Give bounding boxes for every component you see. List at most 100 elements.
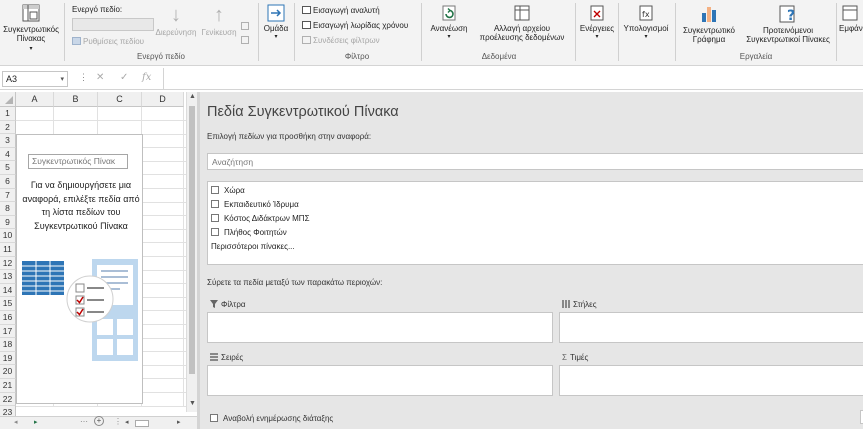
drill-down-button[interactable]: ↓ Διερεύνηση (154, 4, 198, 37)
field-item-country[interactable]: Χώρα (211, 186, 245, 195)
row-header-15[interactable]: 15 (0, 297, 16, 311)
field-checkbox[interactable] (211, 200, 219, 208)
drill-up-label: Γενίκευση (201, 28, 237, 37)
filters-drop-zone[interactable] (207, 312, 553, 343)
row-header-11[interactable]: 11 (0, 243, 16, 257)
row-header-17[interactable]: 17 (0, 324, 16, 339)
recommended-pivots-button[interactable]: ? Προτεινόμενοι Συγκεντρωτικοί Πίνακες (740, 4, 836, 44)
scrollbar-thumb[interactable] (189, 106, 195, 374)
field-list: Χώρα Εκπαιδευτικό Ίδρυμα Κόστος Διδάκτρω… (207, 181, 863, 265)
calculations-button[interactable]: fx Υπολογισμοί ▾ (620, 4, 672, 42)
expand-field-icon[interactable] (241, 36, 249, 44)
insert-slicer-button[interactable]: Εισαγωγή αναλυτή (302, 5, 380, 16)
row-header-3[interactable]: 3 (0, 134, 16, 148)
columns-drop-zone[interactable] (559, 312, 863, 343)
more-dots-icon[interactable]: ⋮ (79, 72, 88, 83)
field-checkbox[interactable] (211, 214, 219, 222)
row-header-4[interactable]: 4 (0, 147, 16, 162)
add-sheet-icon[interactable]: + (94, 416, 104, 426)
pivot-table-name-box: Συγκεντρωτικός Πίνακ (28, 154, 128, 169)
change-data-source-button[interactable]: Αλλαγή αρχείου προέλευσης δεδομένων (474, 4, 570, 42)
separator (258, 3, 259, 61)
drill-up-button[interactable]: ↑ Γενίκευση (198, 4, 240, 37)
chevron-down-icon: ▾ (29, 46, 33, 52)
columns-label: Στήλες (573, 300, 597, 309)
row-header-1[interactable]: 1 (0, 107, 16, 121)
more-tables-link[interactable]: Περισσότεροι πίνακες... (211, 242, 295, 251)
worksheet[interactable]: ABCD 1 2 3 4 5 6 7 8 9 10 11 12 13 14 15 16 17 18 19 20 21 22… (0, 92, 197, 429)
group-button[interactable]: Ομάδα ▾ (260, 4, 292, 42)
scroll-up-icon[interactable]: ▲ (189, 93, 196, 100)
enter-icon[interactable]: ✓ (120, 72, 128, 83)
chevron-down-icon[interactable]: ▾ (60, 75, 64, 83)
row-header-14[interactable]: 14 (0, 283, 16, 298)
row-header-9[interactable]: 9 (0, 215, 16, 230)
vertical-scrollbar[interactable]: ▲ ▼ (186, 92, 197, 412)
scroll-down-icon[interactable]: ▼ (189, 400, 196, 407)
refresh-button[interactable]: Ανανέωση ▾ (424, 4, 474, 42)
row-header-20[interactable]: 20 (0, 365, 16, 379)
row-header-5[interactable]: 5 (0, 161, 16, 175)
pivot-table-placeholder[interactable]: Συγκεντρωτικός Πίνακ Για να δημιουργήσετ… (16, 134, 143, 404)
fx-icon[interactable]: fx (142, 72, 151, 83)
defer-layout-update[interactable]: Αναβολή ενημέρωσης διάταξης (210, 414, 333, 423)
row-header-10[interactable]: 10 (0, 229, 16, 243)
row-header-7[interactable]: 7 (0, 188, 16, 203)
field-checkbox[interactable] (211, 186, 219, 194)
arrow-down-icon: ↓ (171, 4, 181, 26)
row-header-2[interactable]: 2 (0, 120, 16, 135)
row-header-18[interactable]: 18 (0, 338, 16, 352)
row-header-21[interactable]: 21 (0, 379, 16, 393)
field-item-institution[interactable]: Εκπαιδευτικό Ίδρυμα (211, 200, 299, 209)
formula-input[interactable] (163, 68, 863, 90)
field-search-input[interactable]: Αναζήτηση (207, 153, 863, 170)
tab-more-icon[interactable]: ⋯ (80, 417, 88, 426)
chevron-down-icon: ▾ (274, 34, 278, 40)
horizontal-scroll-thumb[interactable] (135, 420, 149, 427)
row-header-19[interactable]: 19 (0, 351, 16, 366)
column-header-d[interactable]: D (142, 92, 184, 107)
ribbon: Συγκεντρωτικός Πίνακας ▾ Ενεργό πεδίο: Ρ… (0, 0, 863, 66)
show-button[interactable]: Εμφάνιση (839, 4, 863, 33)
cancel-icon[interactable]: ✕ (96, 72, 104, 83)
row-header-22[interactable]: 22 (0, 392, 16, 407)
actions-button[interactable]: Ενέργειες ▾ (578, 4, 616, 42)
hscroll-right-icon[interactable]: ▸ (177, 418, 181, 426)
field-label: Χώρα (224, 186, 245, 195)
rows-drop-zone[interactable] (207, 365, 553, 396)
field-checkbox[interactable] (211, 228, 219, 236)
filter-connections-button[interactable]: Συνδέσεις φίλτρων (302, 35, 380, 46)
tab-prev-icon[interactable]: ◂ (14, 418, 18, 426)
column-header-a[interactable]: A (16, 92, 54, 107)
hscroll-left-icon[interactable]: ◂ (125, 418, 129, 426)
row-header-12[interactable]: 12 (0, 256, 16, 271)
values-label: Τιμές (569, 353, 589, 362)
tab-next-icon[interactable]: ▸ (34, 418, 38, 426)
pivot-table-button[interactable]: Συγκεντρωτικός Πίνακας ▾ (0, 3, 62, 54)
active-field-input[interactable] (72, 18, 154, 31)
field-settings-button[interactable]: Ρυθμίσεις πεδίου (72, 36, 144, 47)
row-header-13[interactable]: 13 (0, 270, 16, 284)
name-box[interactable]: A3 ▾ (2, 71, 68, 87)
row-header-8[interactable]: 8 (0, 202, 16, 216)
row-header-16[interactable]: 16 (0, 311, 16, 325)
column-header-b[interactable]: B (54, 92, 98, 107)
row-header-6[interactable]: 6 (0, 175, 16, 189)
defer-update-checkbox[interactable] (210, 414, 218, 422)
settings-icon (72, 37, 81, 45)
insert-timeline-button[interactable]: Εισαγωγή λωρίδας χρόνου (302, 20, 408, 31)
field-item-tuition[interactable]: Κόστος Διδάκτρων ΜΠΣ (211, 214, 310, 223)
field-item-students[interactable]: Πλήθος Φοιτητών (211, 228, 287, 237)
separator (575, 3, 576, 61)
collapse-field-icon[interactable] (241, 22, 249, 30)
values-drop-zone[interactable] (559, 365, 863, 396)
select-all-corner[interactable] (0, 92, 16, 107)
show-label: Εμφάνιση (839, 24, 863, 33)
columns-icon (562, 300, 570, 308)
chevron-down-icon: ▾ (595, 34, 599, 40)
column-header-c[interactable]: C (98, 92, 142, 107)
pivot-chart-button[interactable]: Συγκεντρωτικό Γράφημα (678, 4, 740, 44)
more-options-icon[interactable]: ⋮ (114, 417, 122, 426)
values-area-label: Σ Τιμές (562, 353, 588, 362)
rows-icon (210, 353, 218, 361)
